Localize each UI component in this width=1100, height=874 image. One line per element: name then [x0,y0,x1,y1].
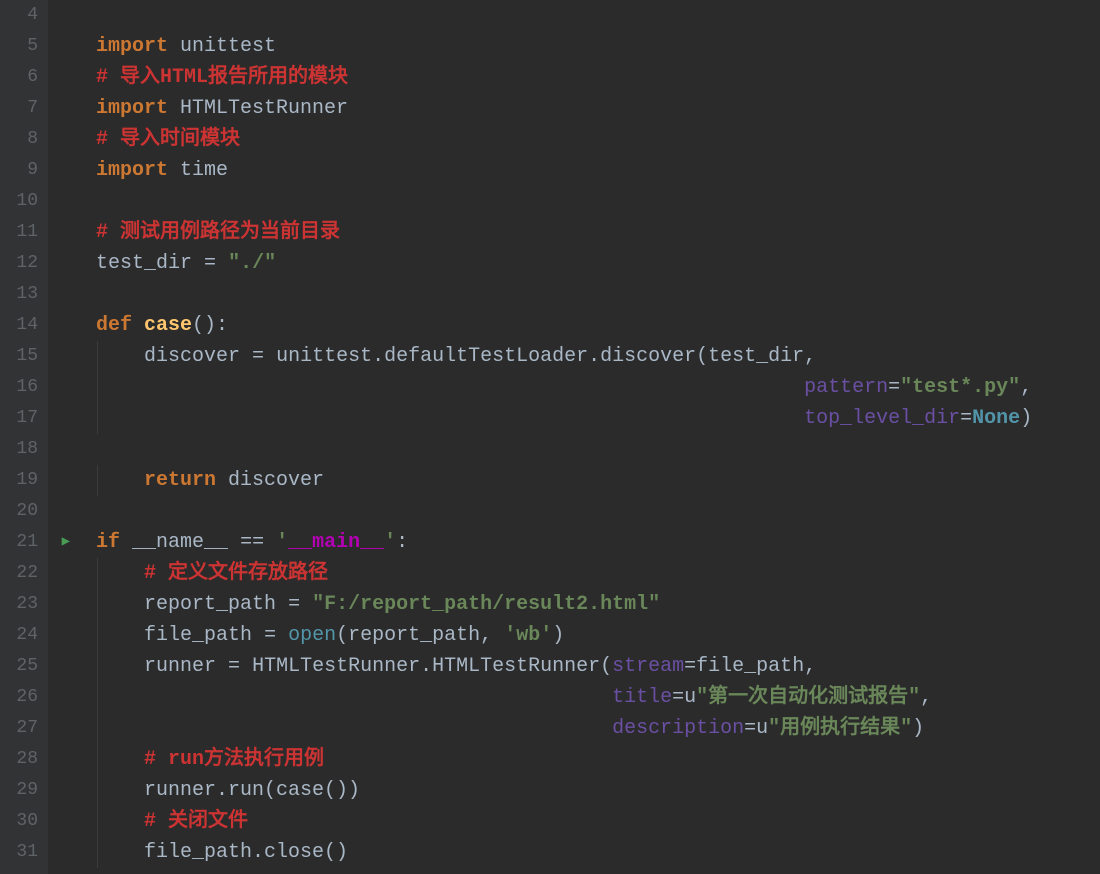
code-text: report_path = "F:/report_path/result2.ht… [96,593,660,616]
code-line[interactable]: return discover [96,465,1100,496]
code-text: # 导入时间模块 [96,128,240,151]
code-text: pattern="test*.py", [96,376,1032,399]
line-number: 16 [0,372,48,403]
code-text: import time [96,159,228,182]
code-content[interactable]: import unittest # 导入HTML报告所用的模块 import HTM… [48,0,1100,874]
line-number: 8 [0,124,48,155]
code-line[interactable]: title=u"第一次自动化测试报告", [96,682,1100,713]
indent-guide [97,620,98,651]
indent-guide [97,403,98,434]
line-number: 14 [0,310,48,341]
indent-guide [97,589,98,620]
code-text: # 测试用例路径为当前目录 [96,221,340,244]
line-number: 17 [0,403,48,434]
line-number: 12 [0,248,48,279]
code-line[interactable] [96,186,1100,217]
indent-guide [97,744,98,775]
code-line[interactable]: file_path = open(report_path, 'wb') [96,620,1100,651]
line-number: 25 [0,651,48,682]
line-number: 23 [0,589,48,620]
code-line[interactable]: # 导入HTML报告所用的模块 [96,62,1100,93]
code-line[interactable]: runner.run(case()) [96,775,1100,806]
code-text: import unittest [96,35,276,58]
code-line[interactable]: import time [96,155,1100,186]
code-line[interactable]: # 导入时间模块 [96,124,1100,155]
line-number: 5 [0,31,48,62]
line-number-gutter: 4567891011121314151617181920212223242526… [0,0,48,874]
line-number: 27 [0,713,48,744]
code-line[interactable]: import HTMLTestRunner [96,93,1100,124]
code-text: description=u"用例执行结果") [96,717,924,740]
code-line[interactable] [96,434,1100,465]
code-line[interactable]: runner = HTMLTestRunner.HTMLTestRunner(s… [96,651,1100,682]
code-line[interactable]: file_path.close() [96,837,1100,868]
line-number: 15 [0,341,48,372]
code-line[interactable]: def case(): [96,310,1100,341]
line-number: 22 [0,558,48,589]
indent-guide [97,372,98,403]
indent-guide [97,558,98,589]
code-text: # 导入HTML报告所用的模块 [96,66,348,89]
code-text: runner = HTMLTestRunner.HTMLTestRunner(s… [96,655,816,678]
code-text: def case(): [96,314,228,337]
code-line[interactable]: import unittest [96,31,1100,62]
code-line[interactable]: if __name__ == '__main__': [96,527,1100,558]
code-line[interactable]: # 关闭文件 [96,806,1100,837]
code-text: return discover [96,469,324,492]
indent-guide [97,837,98,868]
code-text: # run方法执行用例 [96,748,324,771]
code-text: test_dir = "./" [96,252,276,275]
line-number: 13 [0,279,48,310]
line-number: 19 [0,465,48,496]
line-number: 10 [0,186,48,217]
code-text: if __name__ == '__main__': [96,531,408,554]
line-number: 21 [0,527,48,558]
code-line[interactable]: description=u"用例执行结果") [96,713,1100,744]
code-line[interactable] [96,0,1100,31]
code-text: # 定义文件存放路径 [96,562,328,585]
line-number: 9 [0,155,48,186]
code-line[interactable]: test_dir = "./" [96,248,1100,279]
line-number: 7 [0,93,48,124]
line-number: 30 [0,806,48,837]
code-text: # 关闭文件 [96,810,248,833]
line-number: 18 [0,434,48,465]
line-number: 4 [0,0,48,31]
indent-guide [97,341,98,372]
code-text: file_path.close() [96,841,348,864]
line-number: 20 [0,496,48,527]
indent-guide [97,713,98,744]
code-line[interactable]: report_path = "F:/report_path/result2.ht… [96,589,1100,620]
code-line[interactable]: pattern="test*.py", [96,372,1100,403]
indent-guide [97,465,98,496]
line-number: 26 [0,682,48,713]
indent-guide [97,775,98,806]
code-text: import HTMLTestRunner [96,97,348,120]
code-text: title=u"第一次自动化测试报告", [96,686,932,709]
line-number: 6 [0,62,48,93]
code-text: file_path = open(report_path, 'wb') [96,624,564,647]
code-line[interactable] [96,496,1100,527]
code-text: discover = unittest.defaultTestLoader.di… [96,345,816,368]
line-number: 28 [0,744,48,775]
indent-guide [97,806,98,837]
line-number: 11 [0,217,48,248]
code-editor[interactable]: 4567891011121314151617181920212223242526… [0,0,1100,874]
code-line[interactable]: top_level_dir=None) [96,403,1100,434]
indent-guide [97,651,98,682]
code-text: runner.run(case()) [96,779,360,802]
code-line[interactable] [96,279,1100,310]
code-line[interactable]: # run方法执行用例 [96,744,1100,775]
code-line[interactable]: # 测试用例路径为当前目录 [96,217,1100,248]
code-text: top_level_dir=None) [96,407,1032,430]
indent-guide [97,682,98,713]
line-number: 24 [0,620,48,651]
line-number: 29 [0,775,48,806]
code-line[interactable]: discover = unittest.defaultTestLoader.di… [96,341,1100,372]
code-line[interactable]: # 定义文件存放路径 [96,558,1100,589]
line-number: 31 [0,837,48,868]
